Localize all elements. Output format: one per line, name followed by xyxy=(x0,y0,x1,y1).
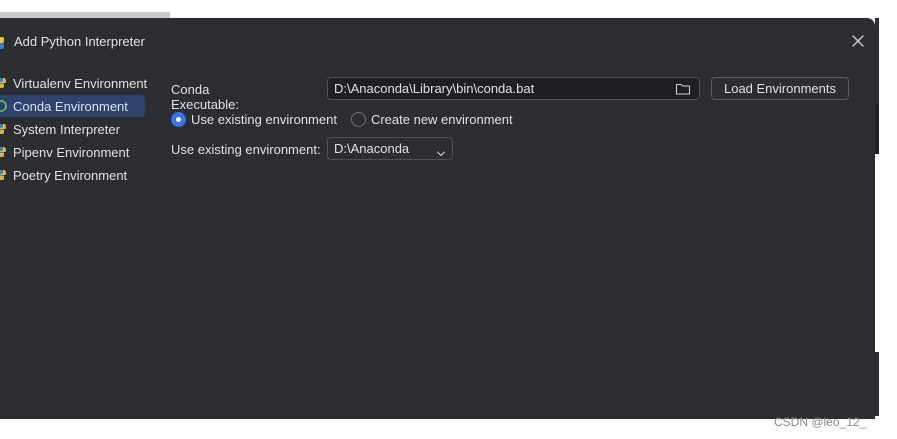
sidebar-item-label: Conda Environment xyxy=(13,98,128,114)
environment-mode-radio-group: Use existing environment Create new envi… xyxy=(171,110,513,128)
conda-executable-value: D:\Anaconda\Library\bin\conda.bat xyxy=(334,81,535,96)
python-icon xyxy=(0,36,4,49)
create-new-radio-label[interactable]: Create new environment xyxy=(371,112,513,127)
use-existing-radio-label[interactable]: Use existing environment xyxy=(191,112,337,127)
conda-executable-label: Conda Executable: xyxy=(171,82,239,112)
background-window-edge xyxy=(875,352,879,416)
python-icon xyxy=(0,76,8,90)
watermark: CSDN @leo_12_ xyxy=(774,415,867,429)
existing-environment-label: Use existing environment: xyxy=(171,142,321,157)
python-icon xyxy=(0,122,8,136)
sidebar-item-pipenv[interactable]: Pipenv Environment xyxy=(0,141,145,163)
conda-icon xyxy=(0,99,8,113)
sidebar-item-system-interpreter[interactable]: System Interpreter xyxy=(0,118,145,140)
use-existing-radio[interactable] xyxy=(171,111,186,127)
background-window-edge xyxy=(875,18,879,104)
sidebar-item-label: Poetry Environment xyxy=(13,167,128,183)
python-icon xyxy=(0,145,8,159)
sidebar-item-label: Pipenv Environment xyxy=(13,144,130,160)
sidebar-item-conda[interactable]: Conda Environment xyxy=(0,95,145,117)
conda-executable-field[interactable]: D:\Anaconda\Library\bin\conda.bat xyxy=(327,77,700,100)
dialog-title-bar: Add Python Interpreter xyxy=(0,18,875,64)
background-bottom xyxy=(0,419,897,439)
dialog-title: Add Python Interpreter xyxy=(14,34,145,49)
sidebar-item-poetry[interactable]: Poetry Environment xyxy=(0,164,145,186)
sidebar-item-label: Virtualenv Environment xyxy=(13,75,148,91)
background-window-edge xyxy=(875,104,879,154)
folder-icon[interactable] xyxy=(675,82,691,96)
existing-environment-select[interactable]: D:\Anaconda xyxy=(327,137,453,160)
sidebar-item-virtualenv[interactable]: Virtualenv Environment xyxy=(0,72,148,94)
sidebar-item-label: System Interpreter xyxy=(13,121,120,137)
python-icon xyxy=(0,168,8,182)
close-icon[interactable] xyxy=(849,32,867,50)
chevron-down-icon xyxy=(436,145,446,157)
create-new-radio[interactable] xyxy=(350,111,366,127)
existing-environment-value: D:\Anaconda xyxy=(334,141,410,156)
add-python-interpreter-dialog: Add Python Interpreter Virtualenv Enviro… xyxy=(0,18,875,419)
load-environments-button[interactable]: Load Environments xyxy=(711,77,849,100)
